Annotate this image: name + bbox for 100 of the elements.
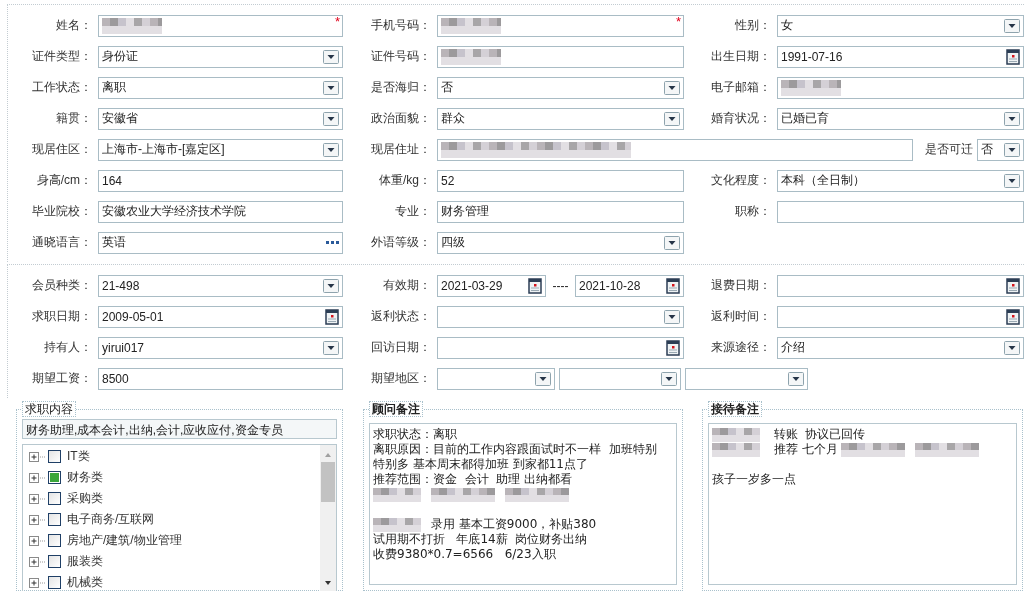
scrollbar[interactable] — [320, 445, 336, 591]
expand-icon[interactable] — [29, 577, 46, 588]
expand-icon[interactable] — [29, 472, 46, 483]
dropdown-field[interactable]: 身份证 — [98, 45, 343, 68]
field-label: 是否可迁 — [924, 141, 974, 158]
text-field[interactable] — [777, 200, 1024, 223]
date-field[interactable] — [777, 274, 1024, 297]
calendar-icon[interactable] — [666, 277, 680, 294]
field-label: 期望工资： — [31, 370, 93, 387]
expand-icon[interactable] — [29, 451, 46, 462]
calendar-icon[interactable] — [666, 339, 680, 356]
calendar-icon[interactable] — [1006, 308, 1020, 325]
field-label: 证件号码： — [370, 48, 432, 65]
checkbox[interactable] — [48, 471, 61, 484]
checkbox[interactable] — [48, 555, 61, 568]
text-field[interactable]: * — [437, 14, 684, 37]
date-field[interactable]: 2021-10-28 — [575, 274, 684, 297]
field-label: 婚育状况： — [710, 110, 772, 127]
field-label: 出生日期： — [710, 48, 772, 65]
dropdown-field[interactable]: 群众 — [437, 107, 684, 130]
text-field[interactable]: 8500 — [98, 367, 343, 390]
dropdown-field[interactable]: 安徽省 — [98, 107, 343, 130]
expand-icon[interactable] — [29, 493, 46, 504]
field-label: 籍贯： — [55, 110, 93, 127]
panel-title: 顾问备注 — [369, 401, 423, 417]
tree-item-label[interactable]: IT类 — [67, 448, 90, 465]
checkbox[interactable] — [48, 450, 61, 463]
dropdown-field[interactable]: 介绍 — [777, 336, 1024, 359]
tree-item-label[interactable]: 服装类 — [67, 553, 103, 570]
blurred-text — [712, 442, 760, 457]
picker-field[interactable]: 英语 — [98, 231, 343, 254]
expand-icon[interactable] — [29, 514, 46, 525]
text-field[interactable]: * — [98, 14, 343, 37]
tree-item-label[interactable]: 财务类 — [67, 469, 103, 486]
panel-title: 求职内容 — [22, 401, 76, 417]
more-icon[interactable] — [326, 240, 339, 245]
text-field[interactable]: 安徽农业大学经济技术学院 — [98, 200, 343, 223]
tree-item-label[interactable]: 机械类 — [67, 574, 103, 591]
calendar-icon[interactable] — [1006, 48, 1020, 65]
date-field[interactable] — [777, 305, 1024, 328]
dropdown-field[interactable]: 已婚已育 — [777, 107, 1024, 130]
field-label: 返利时间： — [710, 308, 772, 325]
dropdown-field[interactable]: 否 — [437, 76, 684, 99]
field-label: 文化程度： — [710, 172, 772, 189]
field-label: 返利状态： — [370, 308, 432, 325]
expand-icon[interactable] — [29, 535, 46, 546]
blurred-text — [373, 517, 421, 532]
text-field[interactable] — [777, 76, 1024, 99]
text-field[interactable] — [437, 138, 913, 161]
tree-item-label[interactable]: 电子商务/互联网 — [67, 511, 155, 528]
dropdown-field[interactable]: 本科（全日制） — [777, 169, 1024, 192]
dropdown-field[interactable]: 离职 — [98, 76, 343, 99]
note-text: 推荐范围：资金 会计 助理 出纳都看 — [373, 472, 574, 487]
field-label: 期望地区： — [370, 370, 432, 387]
field-label: 职称： — [734, 203, 772, 220]
tree-item-label[interactable]: 房地产/建筑/物业管理 — [67, 532, 182, 549]
date-field[interactable]: 2021-03-29 — [437, 274, 546, 297]
field-label: 姓名： — [55, 17, 93, 34]
calendar-icon[interactable] — [528, 277, 542, 294]
text-field[interactable]: 52 — [437, 169, 684, 192]
field-label: 体重/kg： — [378, 172, 432, 189]
field-label: 来源途径： — [710, 339, 772, 356]
note-text: 收费9380*0.7=6566 6/23入职 — [373, 547, 557, 562]
blurred-text — [712, 427, 760, 442]
checkbox[interactable] — [48, 576, 61, 589]
dropdown-field[interactable]: 女 — [777, 14, 1024, 37]
dropdown-field[interactable]: 否 — [977, 138, 1024, 161]
date-field[interactable]: 2009-05-01 — [98, 305, 343, 328]
date-field[interactable]: 1991-07-16 — [777, 45, 1024, 68]
checkbox[interactable] — [48, 513, 61, 526]
dropdown-field[interactable] — [685, 367, 808, 390]
dropdown-field[interactable] — [559, 367, 681, 390]
field-label: 政治面貌： — [370, 110, 432, 127]
notes-text-area[interactable]: 转账 协议已回传 推荐 七个月 孩子一岁多一点 — [708, 423, 1017, 585]
dropdown-field[interactable]: 四级 — [437, 231, 684, 254]
field-label: 回访日期： — [370, 339, 432, 356]
calendar-icon[interactable] — [1006, 277, 1020, 294]
text-field[interactable]: 164 — [98, 169, 343, 192]
date-field[interactable] — [437, 336, 684, 359]
checkbox[interactable] — [48, 492, 61, 505]
calendar-icon[interactable] — [325, 308, 339, 325]
field-label: 电子邮箱： — [710, 79, 772, 96]
field-label: 专业： — [394, 203, 432, 220]
text-field[interactable] — [437, 45, 684, 68]
dropdown-field[interactable]: 上海市-上海市-[嘉定区] — [98, 138, 343, 161]
field-label: 毕业院校： — [31, 203, 93, 220]
required-mark: * — [675, 15, 681, 28]
dropdown-field[interactable]: yirui017 — [98, 336, 343, 359]
text-field[interactable]: 财务管理 — [437, 200, 684, 223]
field-label: 现居住区： — [31, 141, 93, 158]
dropdown-field[interactable] — [437, 305, 684, 328]
field-label: 证件类型： — [31, 48, 93, 65]
notes-text-area[interactable]: 求职状态：离职 离职原因：目前的工作内容跟面试时不一样 加班特别 特别多 基本周末都得加班 到家都11点了 推荐范围：资金 会计 助理 出纳都看 录用 基本工资9000，补贴380 试用期不打折 年底14薪 岗位财务出纳 收费9380*0.7=6566 6/23入职 — [369, 423, 677, 585]
selection-summary-field[interactable]: 财务助理,成本会计,出纳,会计,应收应付,资金专员 — [22, 419, 337, 439]
dropdown-field[interactable]: 21-498 — [98, 274, 343, 297]
dropdown-field[interactable] — [437, 367, 555, 390]
tree-item-label[interactable]: 采购类 — [67, 490, 103, 507]
checkbox[interactable] — [48, 534, 61, 547]
expand-icon[interactable] — [29, 556, 46, 567]
note-text: 求职状态：离职 — [373, 427, 458, 442]
